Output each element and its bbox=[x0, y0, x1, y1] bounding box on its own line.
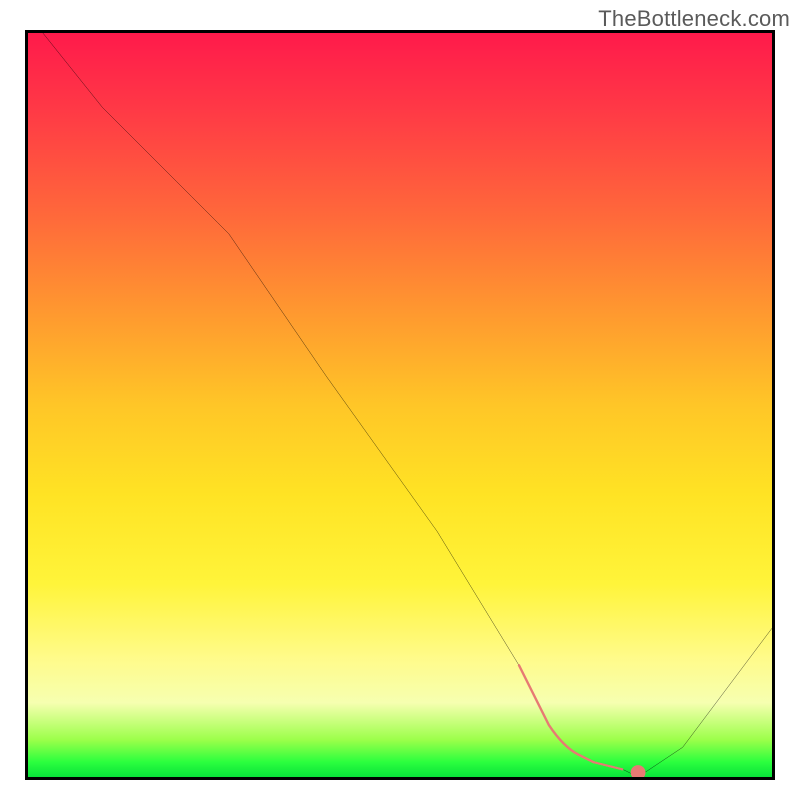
highlight-dashes bbox=[593, 762, 623, 769]
highlight-segment bbox=[519, 665, 593, 762]
curve-layer bbox=[28, 33, 772, 777]
main-curve bbox=[43, 33, 772, 777]
plot-area bbox=[25, 30, 775, 780]
watermark-text: TheBottleneck.com bbox=[598, 6, 790, 32]
figure-container: TheBottleneck.com bbox=[0, 0, 800, 800]
highlight-dot bbox=[631, 765, 646, 777]
